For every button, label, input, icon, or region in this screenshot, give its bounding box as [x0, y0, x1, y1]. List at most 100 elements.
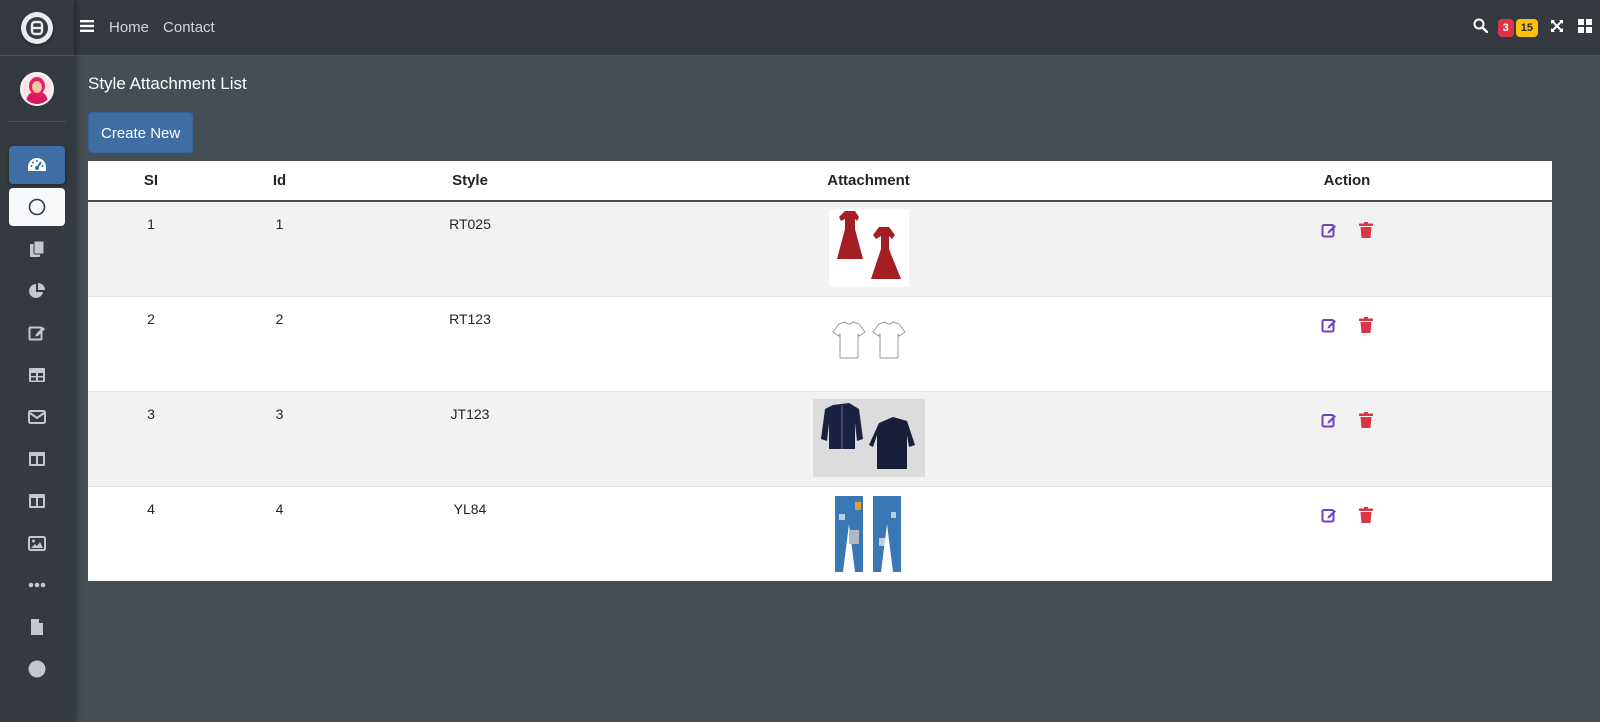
sidebar-item-more[interactable]	[9, 566, 65, 604]
cell-attachment	[595, 295, 1142, 391]
sidebar-item-gallery[interactable]	[9, 524, 65, 562]
cell-attachment	[595, 390, 1142, 486]
edit-button[interactable]	[1321, 222, 1337, 241]
cell-si: 4	[88, 485, 214, 581]
top-navbar: Home Contact 3 15	[74, 0, 1600, 56]
fullscreen-button[interactable]	[1550, 19, 1564, 38]
edit-button[interactable]	[1321, 317, 1337, 336]
edit-icon	[1321, 508, 1336, 522]
sidebar-item-mailbox[interactable]	[9, 398, 65, 436]
column-header-attachment[interactable]: Attachment	[595, 161, 1142, 202]
edit-icon	[1321, 413, 1336, 427]
sidebar-item-dashboard[interactable]	[9, 146, 65, 184]
table-row: 2 2 RT123	[88, 295, 1552, 391]
red-dress-image[interactable]	[828, 209, 909, 290]
cell-style: RT123	[345, 295, 595, 391]
table-row: 4 4 YL84	[88, 485, 1552, 581]
file-icon	[31, 619, 43, 635]
th-large-icon	[1578, 18, 1592, 33]
cell-actions	[1142, 200, 1552, 296]
sidebar-item-documentation[interactable]	[9, 608, 65, 646]
create-new-button[interactable]: Create New	[88, 112, 194, 153]
cell-actions	[1142, 295, 1552, 391]
column-header-action[interactable]: Action	[1142, 161, 1552, 202]
trash-icon	[1359, 222, 1373, 238]
menu-toggle-button[interactable]	[80, 19, 94, 37]
table-header-row: SI Id Style Attachment Action	[88, 161, 1552, 202]
dashboard-icon	[28, 158, 46, 171]
column-header-id[interactable]: Id	[214, 161, 345, 202]
sidebar-item-forms[interactable]	[9, 314, 65, 352]
chart-pie-icon	[29, 283, 45, 298]
search-button[interactable]	[1473, 18, 1488, 38]
brand-logo-icon[interactable]	[21, 11, 53, 44]
denim-jacket-image[interactable]	[812, 398, 925, 480]
ellipsis-icon	[28, 582, 46, 588]
cell-id: 1	[214, 200, 345, 296]
columns-icon	[29, 452, 45, 466]
sidebar-item-status[interactable]	[9, 650, 65, 688]
cell-id: 3	[214, 390, 345, 486]
table-row: 3 3 JT123	[88, 390, 1552, 486]
circle-filled-icon	[28, 660, 46, 678]
delete-button[interactable]	[1359, 506, 1373, 526]
sidebar-item-copy[interactable]	[9, 230, 65, 268]
edit-button[interactable]	[1321, 412, 1337, 431]
circle-icon	[28, 198, 46, 216]
copy-icon	[30, 240, 45, 257]
white-tshirt-image[interactable]	[828, 317, 909, 371]
cell-style: JT123	[345, 390, 595, 486]
jeans-image[interactable]	[828, 493, 909, 577]
edit-icon	[1321, 224, 1336, 238]
trash-icon	[1359, 316, 1373, 333]
control-sidebar-button[interactable]	[1578, 18, 1592, 38]
column-header-style[interactable]: Style	[345, 161, 595, 202]
delete-button[interactable]	[1359, 411, 1373, 431]
notification-badge[interactable]: 3	[1497, 19, 1514, 37]
cell-si: 2	[88, 295, 214, 391]
search-icon	[1473, 18, 1488, 34]
page-title: Style Attachment List	[88, 74, 247, 93]
style-attachment-table: SI Id Style Attachment Action 1 1 RT025	[88, 161, 1552, 581]
navbar-right: 3 15	[1473, 0, 1592, 56]
user-panel	[8, 56, 66, 122]
table-icon	[29, 368, 45, 382]
sidebar-item-layout-2[interactable]	[9, 482, 65, 520]
table-row: 1 1 RT025	[88, 200, 1552, 296]
cell-si: 1	[88, 200, 214, 296]
cell-attachment	[595, 485, 1142, 581]
avatar[interactable]	[20, 71, 54, 106]
cell-attachment	[595, 200, 1142, 296]
message-badge[interactable]: 15	[1515, 19, 1538, 37]
edit-icon	[1321, 318, 1336, 332]
cell-si: 3	[88, 390, 214, 486]
sidebar-item-layout-1[interactable]	[9, 440, 65, 478]
delete-button[interactable]	[1359, 222, 1373, 241]
column-header-si[interactable]: SI	[88, 161, 214, 202]
edit-button[interactable]	[1321, 507, 1337, 526]
cell-style: YL84	[345, 485, 595, 581]
edit-icon	[28, 326, 45, 341]
cell-actions	[1142, 390, 1552, 486]
sidebar-nav	[0, 122, 74, 688]
cell-style: RT025	[345, 200, 595, 296]
trash-icon	[1359, 411, 1373, 428]
cell-actions	[1142, 485, 1552, 581]
sidebar-item-circle[interactable]	[9, 188, 65, 226]
cell-id: 2	[214, 295, 345, 391]
expand-icon	[1551, 19, 1563, 32]
envelope-icon	[28, 410, 46, 424]
nav-link-contact[interactable]: Contact	[163, 19, 215, 36]
main-content: Style Attachment List Create New SI Id S…	[88, 56, 1552, 581]
delete-button[interactable]	[1359, 316, 1373, 336]
main-sidebar	[0, 0, 74, 722]
brand[interactable]	[0, 0, 74, 56]
cell-id: 4	[214, 485, 345, 581]
nav-link-home[interactable]: Home	[109, 19, 149, 36]
trash-icon	[1359, 506, 1373, 523]
image-icon	[28, 535, 46, 551]
sidebar-item-charts[interactable]	[9, 272, 65, 310]
columns-icon	[29, 494, 45, 508]
sidebar-item-tables[interactable]	[9, 356, 65, 394]
hamburger-icon	[80, 19, 94, 32]
